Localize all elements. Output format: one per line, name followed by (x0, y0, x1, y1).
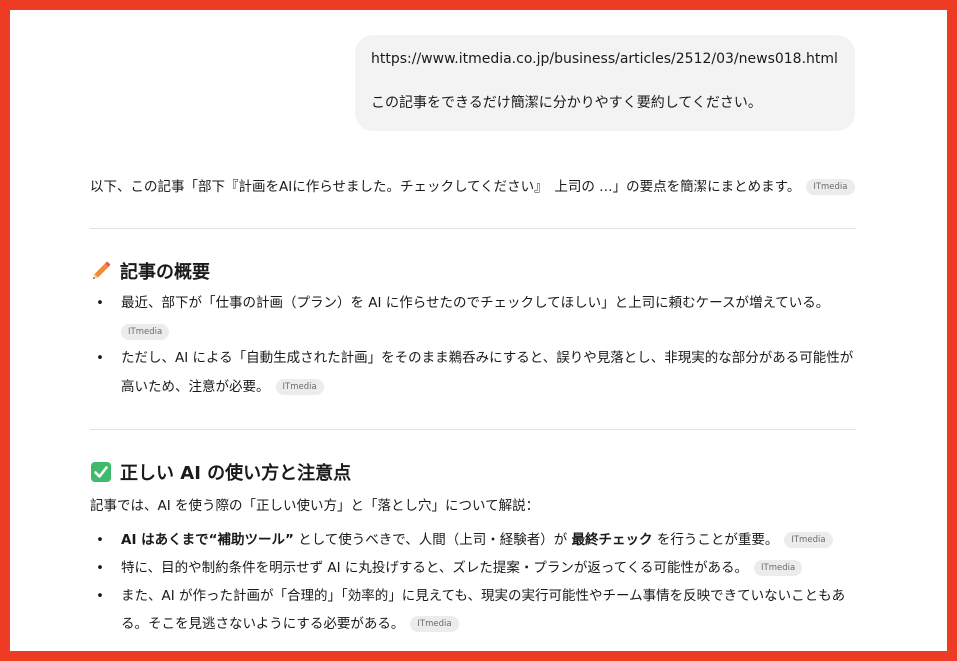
list-item: AI はあくまで“補助ツール” として使うべきで、人間（上司・経験者）が 最終チ… (121, 530, 833, 550)
list-item-source: ITmedia (121, 322, 170, 342)
list-item: また、AI が作った計画が「合理的」「効率的」に見えても、現実の実行可能性やチー… (121, 586, 845, 606)
source-badge[interactable]: ITmedia (410, 616, 459, 632)
bullet-dot: • (96, 350, 104, 366)
chat-transcript: https://www.itmedia.co.jp/business/artic… (10, 10, 947, 651)
list-item: ただし、AI による「自動生成された計画」をそのまま鵜呑みにすると、誤りや見落と… (121, 348, 853, 368)
list-item-text: として使うべきで、人間（上司・経験者）が (293, 532, 572, 548)
source-badge[interactable]: ITmedia (784, 532, 833, 548)
section-heading-usage: 正しい AI の使い方と注意点 (90, 461, 351, 486)
section2-title: 正しい AI の使い方と注意点 (120, 463, 352, 484)
section-heading-overview: 記事の概要 (90, 260, 210, 285)
source-badge[interactable]: ITmedia (121, 324, 170, 340)
list-item: 特に、目的や制約条件を明示せず AI に丸投げすると、ズレた提案・プランが返って… (121, 558, 803, 578)
assistant-intro: 以下、この記事「部下『計画をAIに作らせました。チェックしてください』 上司の … (90, 177, 855, 197)
list-item-text: 最近、部下が「仕事の計画（プラン）を AI に作らせたのでチェックしてほしい」と… (121, 295, 830, 311)
divider (90, 429, 856, 430)
section2-intro: 記事では、AI を使う際の「正しい使い方」と「落とし穴」について解説： (90, 498, 540, 514)
source-badge[interactable]: ITmedia (754, 560, 803, 576)
bold-text: AI はあくまで“補助ツール” (121, 532, 294, 548)
user-message-url: https://www.itmedia.co.jp/business/artic… (371, 51, 838, 67)
divider (90, 228, 856, 229)
list-item-text: 特に、目的や制約条件を明示せず AI に丸投げすると、ズレた提案・プランが返って… (121, 560, 749, 576)
list-item-text: る。そこを見逃さないようにする必要がある。 (121, 616, 405, 632)
list-item-text: ただし、AI による「自動生成された計画」をそのまま鵜呑みにすると、誤りや見落と… (121, 350, 854, 366)
section1-title: 記事の概要 (120, 262, 210, 283)
list-item-text: また、AI が作った計画が「合理的」「効率的」に見えても、現実の実行可能性やチー… (121, 588, 846, 604)
list-item-continuation: る。そこを見逃さないようにする必要がある。 ITmedia (121, 614, 459, 634)
user-message-bubble: https://www.itmedia.co.jp/business/artic… (355, 35, 855, 131)
bullet-dot: • (96, 532, 104, 548)
pencil-icon (93, 261, 111, 279)
bullet-dot: • (96, 560, 104, 576)
source-badge[interactable]: ITmedia (806, 179, 855, 195)
list-item-text: 高いため、注意が必要。 (121, 379, 270, 395)
intro-text: 以下、この記事「部下『計画をAIに作らせました。チェックしてください』 上司の … (90, 179, 801, 195)
user-message-request: この記事をできるだけ簡潔に分かりやすく要約してください。 (371, 95, 762, 111)
list-item-text: を行うことが重要。 (652, 532, 779, 548)
bold-text: 最終チェック (571, 532, 653, 548)
source-badge[interactable]: ITmedia (275, 379, 324, 395)
bullet-dot: • (96, 588, 104, 604)
list-item-continuation: 高いため、注意が必要。 ITmedia (121, 377, 324, 397)
bullet-dot: • (96, 295, 104, 311)
check-mark-icon (91, 462, 111, 482)
list-item: 最近、部下が「仕事の計画（プラン）を AI に作らせたのでチェックしてほしい」と… (121, 293, 829, 313)
